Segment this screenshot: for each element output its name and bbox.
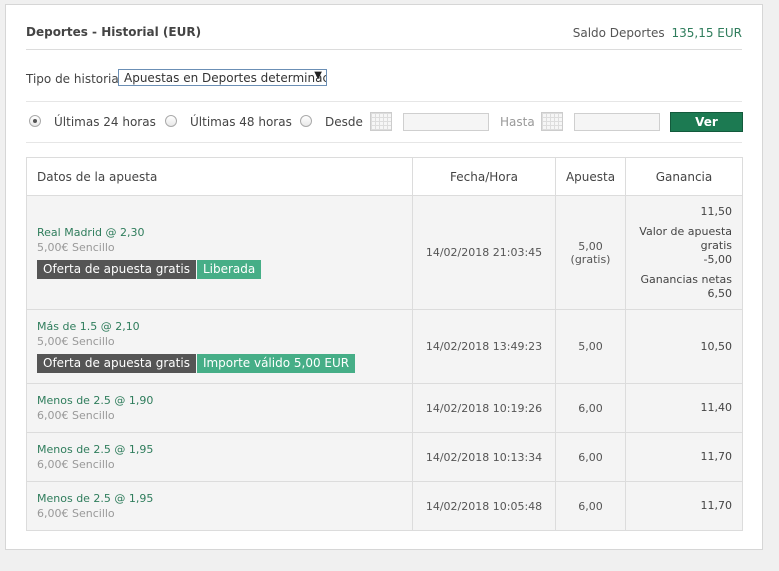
view-button[interactable]: Ver xyxy=(670,112,743,132)
stake-value: 5,00 xyxy=(578,239,603,253)
dropdown-arrow-icon: ▼ xyxy=(314,70,322,81)
bet-selection: Menos de 2.5 @ 1,95 xyxy=(37,492,154,505)
radio-label-last-48: Últimas 48 horas xyxy=(190,115,292,129)
stake-cell: 5,00 xyxy=(555,309,626,384)
col-header-winnings: Ganancia xyxy=(625,157,743,196)
history-type-select[interactable]: Apuestas en Deportes determinac ▼ xyxy=(118,69,327,86)
datetime-cell: 14/02/2018 10:19:26 xyxy=(412,383,556,433)
bet-detail: 6,00€ Sencillo xyxy=(37,458,115,471)
stake-cell: 6,00 xyxy=(555,383,626,433)
col-header-stake: Apuesta xyxy=(555,157,626,196)
datetime-cell: 14/02/2018 10:05:48 xyxy=(412,481,556,531)
radio-date-range[interactable] xyxy=(300,115,312,127)
balance-amount: 135,15 EUR xyxy=(671,26,742,40)
col-header-datetime: Fecha/Hora xyxy=(412,157,556,196)
table-header-row: Datos de la apuesta Fecha/Hora Apuesta G… xyxy=(26,157,743,196)
bet-data-cell: Más de 1.5 @ 2,10 5,00€ Sencillo Oferta … xyxy=(26,309,413,384)
bet-selection: Real Madrid @ 2,30 xyxy=(37,226,145,239)
to-calendar-icon[interactable] xyxy=(541,112,563,131)
to-date-input[interactable] xyxy=(574,113,660,131)
history-type-label: Tipo de historial xyxy=(26,72,123,86)
winnings-cell: 11,70 xyxy=(625,432,743,482)
table-row: Menos de 2.5 @ 1,90 6,00€ Sencillo 14/02… xyxy=(26,383,743,433)
panel-header: Deportes - Historial (EUR) Saldo Deporte… xyxy=(26,19,742,50)
balance-display: Saldo Deportes 135,15 EUR xyxy=(573,26,742,40)
bet-tags: Oferta de apuesta gratis Liberada xyxy=(37,260,411,279)
bet-tags: Oferta de apuesta gratis Importe válido 5… xyxy=(37,354,411,373)
balance-label: Saldo Deportes xyxy=(572,26,665,40)
radio-last-24-hours[interactable] xyxy=(29,115,41,127)
free-bet-value: -5,00 xyxy=(703,252,732,266)
winnings-cell: 11,50 Valor de apuesta gratis -5,00 Gana… xyxy=(625,195,743,310)
table-row: Menos de 2.5 @ 1,95 6,00€ Sencillo 14/02… xyxy=(26,432,743,482)
col-header-bet-data: Datos de la apuesta xyxy=(26,157,413,196)
winnings-cell: 11,70 xyxy=(625,481,743,531)
time-filters: Últimas 24 horas Últimas 48 horas Desde … xyxy=(26,101,743,143)
free-bet-offer-tag: Oferta de apuesta gratis xyxy=(37,260,196,279)
bet-selection: Menos de 2.5 @ 1,95 xyxy=(37,443,154,456)
free-bet-offer-tag: Oferta de apuesta gratis xyxy=(37,354,196,373)
radio-label-last-24: Últimas 24 horas xyxy=(54,115,156,129)
datetime-cell: 14/02/2018 13:49:23 xyxy=(412,309,556,384)
to-label: Hasta xyxy=(500,115,535,129)
winnings-gross: 11,50 xyxy=(700,204,733,218)
stake-cell: 6,00 xyxy=(555,481,626,531)
bet-detail: 6,00€ Sencillo xyxy=(37,409,115,422)
free-bet-amount-tag: Importe válido 5,00 EUR xyxy=(196,354,356,373)
stake-cell: 5,00 (gratis) xyxy=(555,195,626,310)
winnings-cell: 10,50 xyxy=(625,309,743,384)
radio-last-48-hours[interactable] xyxy=(165,115,177,127)
net-winnings-value: 6,50 xyxy=(707,286,733,300)
bet-data-cell: Menos de 2.5 @ 1,95 6,00€ Sencillo xyxy=(26,481,413,531)
bet-data-cell: Menos de 2.5 @ 1,95 6,00€ Sencillo xyxy=(26,432,413,482)
datetime-cell: 14/02/2018 21:03:45 xyxy=(412,195,556,310)
bet-data-cell: Real Madrid @ 2,30 5,00€ Sencillo Oferta… xyxy=(26,195,413,310)
history-type-value: Apuestas en Deportes determinac xyxy=(124,71,327,85)
table-row: Menos de 2.5 @ 1,95 6,00€ Sencillo 14/02… xyxy=(26,481,743,531)
bet-data-cell: Menos de 2.5 @ 1,90 6,00€ Sencillo xyxy=(26,383,413,433)
history-panel: Deportes - Historial (EUR) Saldo Deporte… xyxy=(5,4,763,550)
table-row: Más de 1.5 @ 2,10 5,00€ Sencillo Oferta … xyxy=(26,309,743,384)
bet-selection: Menos de 2.5 @ 1,90 xyxy=(37,394,154,407)
bet-selection: Más de 1.5 @ 2,10 xyxy=(37,320,140,333)
from-date-input[interactable] xyxy=(403,113,489,131)
datetime-cell: 14/02/2018 10:13:34 xyxy=(412,432,556,482)
net-winnings-label: Ganancias netas xyxy=(640,272,732,286)
bet-detail: 6,00€ Sencillo xyxy=(37,507,115,520)
bet-history-table: Datos de la apuesta Fecha/Hora Apuesta G… xyxy=(26,157,743,531)
from-label: Desde xyxy=(325,115,363,129)
free-bet-value-label: Valor de apuesta gratis xyxy=(639,224,732,252)
bet-detail: 5,00€ Sencillo xyxy=(37,335,115,348)
table-row: Real Madrid @ 2,30 5,00€ Sencillo Oferta… xyxy=(26,195,743,310)
bet-detail: 5,00€ Sencillo xyxy=(37,241,115,254)
free-bet-status-tag: Liberada xyxy=(196,260,262,279)
stake-cell: 6,00 xyxy=(555,432,626,482)
winnings-cell: 11,40 xyxy=(625,383,743,433)
from-calendar-icon[interactable] xyxy=(370,112,392,131)
stake-note: (gratis) xyxy=(570,252,611,266)
page-title: Deportes - Historial (EUR) xyxy=(26,25,202,39)
